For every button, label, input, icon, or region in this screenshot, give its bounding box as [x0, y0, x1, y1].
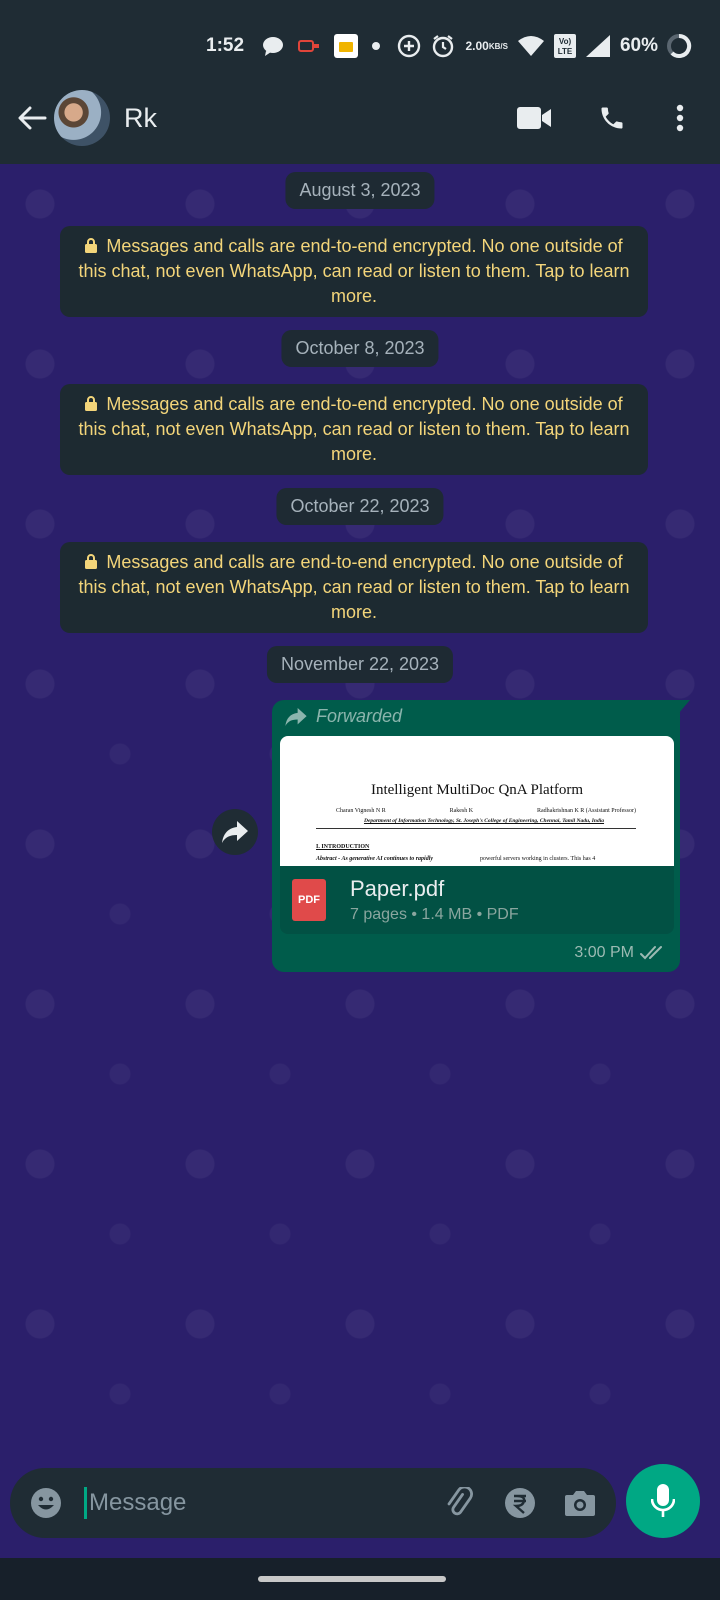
- document-preview[interactable]: Intelligent MultiDoc QnA Platform Charan…: [280, 736, 674, 866]
- payment-button[interactable]: [500, 1483, 540, 1523]
- pdf-badge: PDF: [298, 894, 320, 906]
- forwarded-label: Forwarded: [284, 706, 402, 727]
- date-separator: October 8, 2023: [281, 330, 439, 367]
- encryption-notice[interactable]: Messages and calls are end-to-end encryp…: [60, 226, 648, 317]
- home-gesture-handle[interactable]: [258, 1576, 446, 1582]
- doc-section-heading: I. INTRODUCTION: [316, 844, 370, 850]
- signal-icon: [585, 35, 610, 57]
- battery-percent: 60%: [619, 35, 658, 56]
- camera-button[interactable]: [560, 1483, 600, 1523]
- bubble-tail: [678, 700, 690, 714]
- phone-icon: [601, 107, 623, 129]
- text-cursor: [84, 1487, 87, 1519]
- dot-icon: [372, 42, 381, 50]
- video-camera-icon: [517, 107, 551, 129]
- video-call-button[interactable]: [510, 94, 558, 142]
- file-meta: 7 pages • 1.4 MB • PDF: [350, 906, 519, 923]
- doc-divider: [316, 828, 636, 829]
- encryption-notice-text: Messages and calls are end-to-end encryp…: [78, 394, 630, 464]
- chat-notification-icon: [262, 36, 284, 56]
- voice-call-button[interactable]: [588, 94, 636, 142]
- forward-button[interactable]: [212, 809, 258, 855]
- voice-message-button[interactable]: [626, 1464, 700, 1538]
- encryption-notice-text: Messages and calls are end-to-end encryp…: [78, 552, 630, 622]
- lock-icon: [85, 238, 98, 253]
- doc-author: Charan Vignesh N R: [336, 808, 386, 814]
- forwarded-icon: [285, 707, 307, 726]
- message-input[interactable]: [89, 1489, 409, 1517]
- app-notification-icon: [298, 38, 320, 54]
- more-vert-icon: [676, 104, 684, 132]
- doc-title: Intelligent MultiDoc QnA Platform: [370, 782, 584, 798]
- share-arrow-icon: [222, 821, 248, 843]
- contact-name[interactable]: Rk: [124, 103, 157, 134]
- microphone-icon: [651, 1484, 675, 1517]
- doc-abstract: Abstract - As generative AI continues to…: [316, 856, 434, 862]
- doc-author: Radhakrishnan K R (Assistant Professor): [536, 808, 636, 814]
- doc-department: Department of Information Technology, St…: [363, 818, 605, 824]
- svg-text:LTE: LTE: [558, 47, 573, 56]
- gesture-nav-area: [0, 1558, 720, 1600]
- double-check-icon: [640, 946, 662, 960]
- more-options-button[interactable]: [656, 94, 704, 142]
- sim-app-icon: [334, 34, 359, 58]
- lock-icon: [85, 396, 98, 411]
- camera-icon: [565, 1491, 595, 1516]
- alarm-icon: [431, 34, 455, 58]
- net-speed-unit: KB/S: [488, 41, 508, 51]
- encryption-notice[interactable]: Messages and calls are end-to-end encryp…: [60, 542, 648, 633]
- net-speed: 2.00 KB/S: [465, 40, 507, 52]
- outgoing-message[interactable]: Forwarded Intelligent MultiDoc QnA Platf…: [272, 700, 690, 972]
- date-separator: October 22, 2023: [276, 488, 444, 525]
- date-separator: August 3, 2023: [285, 172, 435, 209]
- encryption-notice[interactable]: Messages and calls are end-to-end encryp…: [60, 384, 648, 475]
- volte-icon: Vo) LTE: [553, 34, 576, 58]
- attach-button[interactable]: [440, 1483, 480, 1523]
- file-name: Paper.pdf: [350, 876, 445, 901]
- status-time: 1:52: [206, 35, 245, 56]
- battery-ring-icon: [666, 33, 692, 59]
- lock-icon: [85, 554, 98, 569]
- file-info: Paper.pdf 7 pages • 1.4 MB • PDF: [350, 876, 519, 924]
- pdf-file-icon: PDF: [292, 879, 326, 921]
- doc-author: Rakesh K: [449, 808, 474, 814]
- message-composer[interactable]: [10, 1468, 616, 1538]
- doc-column-text: powerful servers working in clusters. Th…: [480, 856, 596, 862]
- avatar[interactable]: [54, 90, 110, 146]
- input-bar: [0, 1462, 720, 1558]
- date-separator: November 22, 2023: [266, 646, 454, 683]
- emoji-button[interactable]: [26, 1483, 66, 1523]
- emoji-icon: [31, 1488, 61, 1518]
- chat-header: Rk: [0, 72, 720, 164]
- rupee-icon: [505, 1488, 535, 1518]
- message-timestamp: 3:00 PM: [574, 944, 666, 962]
- doc-authors: Charan Vignesh N R Rakesh K Radhakrishna…: [336, 808, 636, 814]
- paperclip-icon: [447, 1487, 473, 1516]
- back-button[interactable]: [10, 96, 54, 140]
- encryption-notice-text: Messages and calls are end-to-end encryp…: [78, 236, 630, 306]
- wifi-icon: [517, 36, 544, 56]
- data-saver-icon: [397, 34, 421, 58]
- svg-text:Vo): Vo): [559, 37, 572, 46]
- message-time: 3:00 PM: [574, 944, 634, 961]
- back-arrow-icon: [18, 106, 47, 130]
- net-speed-value: 2.00: [465, 39, 489, 53]
- forwarded-text: Forwarded: [316, 706, 403, 726]
- file-attachment[interactable]: PDF Paper.pdf 7 pages • 1.4 MB • PDF: [280, 866, 674, 934]
- chat-area[interactable]: August 3, 2023 Messages and calls are en…: [0, 164, 720, 1464]
